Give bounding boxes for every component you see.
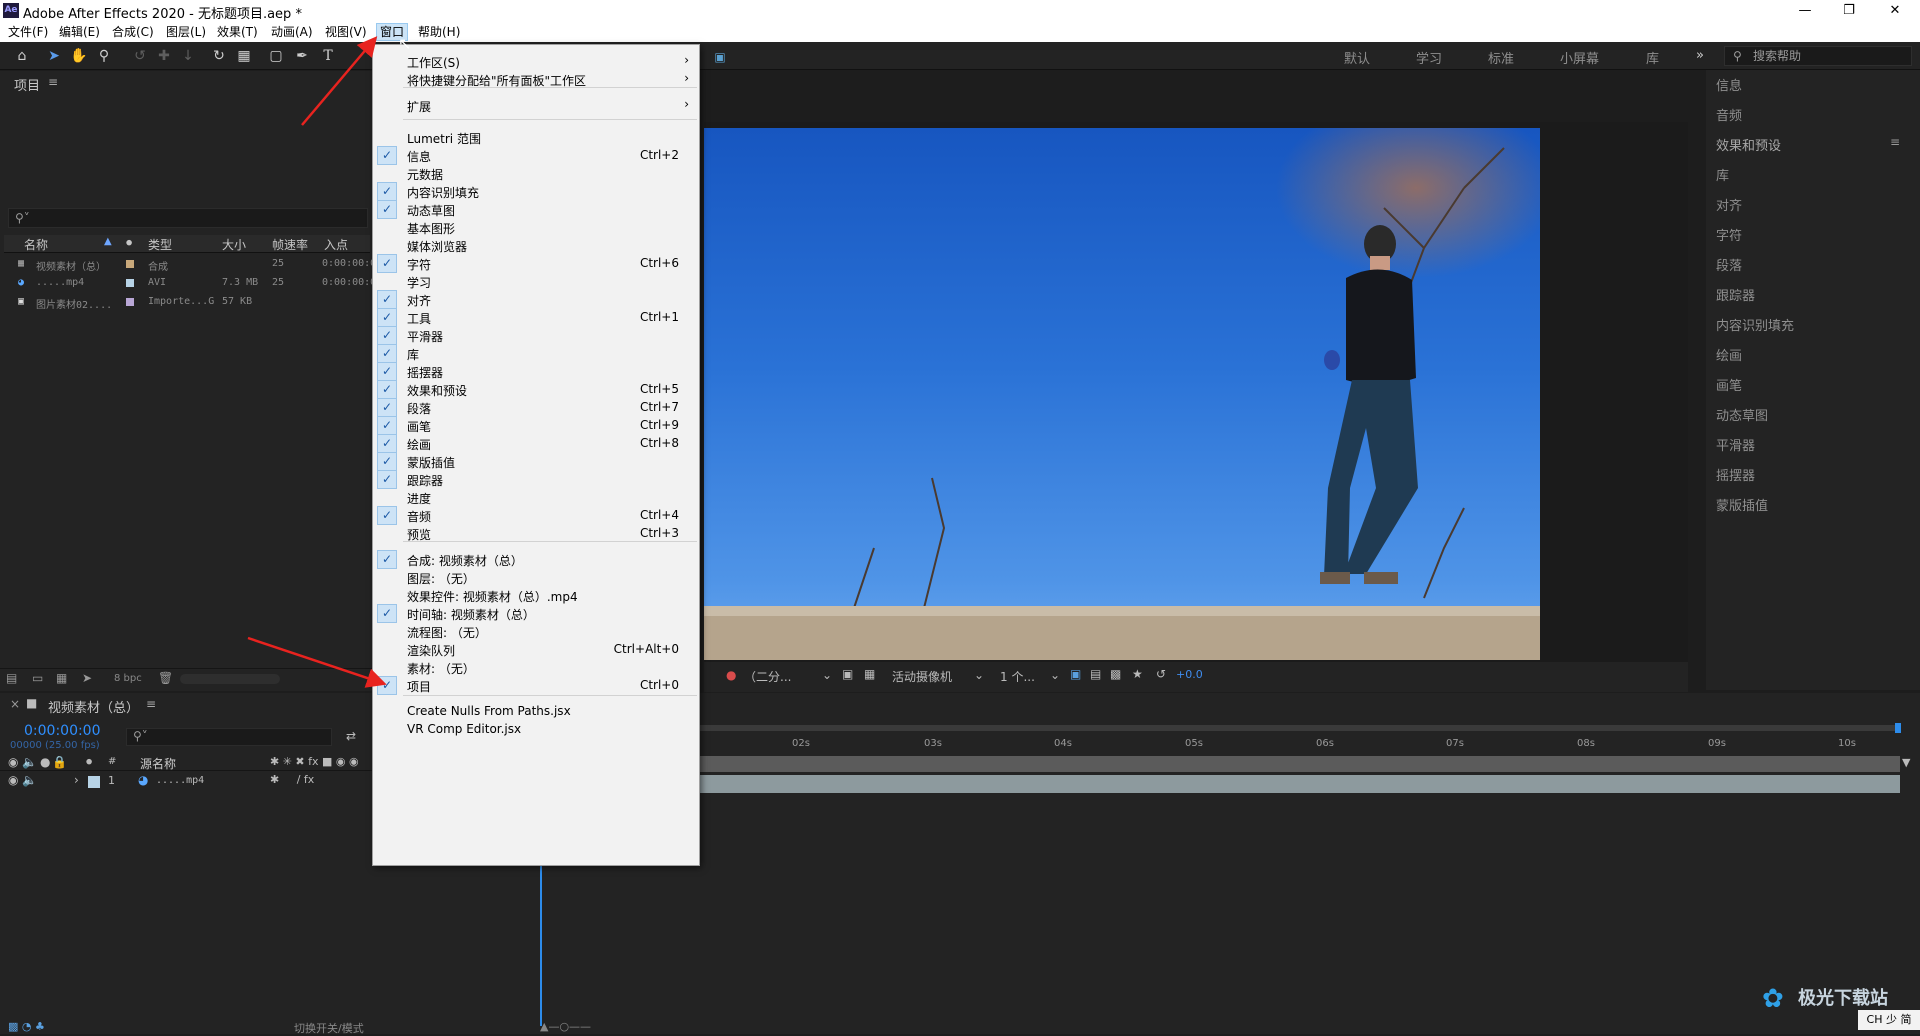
annotation-arrows bbox=[247, 36, 387, 688]
mouse-cursor-icon: ↖ bbox=[398, 34, 412, 53]
arrow-to-window-menu bbox=[301, 36, 378, 126]
arrow-to-effect-controls bbox=[247, 636, 387, 688]
